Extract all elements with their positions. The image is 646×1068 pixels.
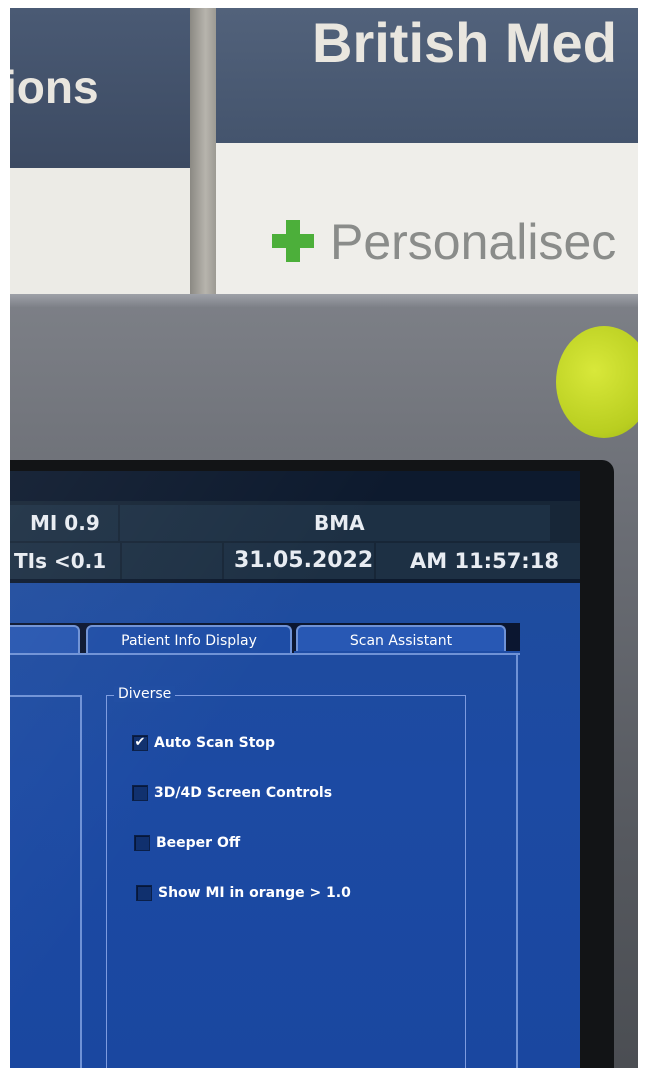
sign-right-text: British Med — [312, 11, 617, 74]
photo: ions British Med Personalisec MI 0.9 BMA… — [10, 8, 638, 1068]
date-display: 31.05.2022 — [224, 543, 374, 579]
tis-readout: TIs <0.1 — [10, 543, 120, 579]
background-pillar — [190, 8, 216, 308]
option-auto-scan-stop[interactable]: ✔ Auto Scan Stop — [132, 733, 275, 753]
option-label: Show MI in orange > 1.0 — [158, 885, 351, 901]
show-mi-in-orange-checkbox[interactable] — [136, 885, 152, 901]
background-sign-left-lower — [10, 168, 190, 308]
option-label: Beeper Off — [156, 835, 241, 851]
sign-tagline: Personalisec — [330, 214, 617, 270]
ultrasound-screen: MI 0.9 BMA TIs <0.1 31.05.2022 AM 11:57:… — [10, 471, 580, 1068]
tab-underline — [10, 653, 520, 655]
status-blank-cell — [122, 543, 222, 579]
tab-previous[interactable] — [10, 625, 80, 653]
auto-scan-stop-checkbox[interactable]: ✔ — [132, 735, 148, 751]
bezel-highlight — [10, 294, 638, 308]
active-tab-gap — [294, 651, 520, 653]
group-title: Diverse — [114, 686, 176, 702]
settings-panel: Patient Info Display Scan Assistant Dive… — [10, 583, 580, 1068]
plus-icon — [272, 220, 314, 262]
3d4d-screen-controls-checkbox[interactable] — [132, 785, 148, 801]
option-show-mi-in-orange[interactable]: Show MI in orange > 1.0 — [136, 883, 351, 903]
mi-readout: MI 0.9 — [10, 505, 118, 541]
background-sign-left: ions — [10, 8, 190, 168]
left-group-box — [10, 695, 82, 1068]
site-name: BMA — [314, 511, 365, 535]
beeper-off-checkbox[interactable] — [134, 835, 150, 851]
option-beeper-off[interactable]: Beeper Off — [134, 833, 240, 853]
option-3d4d-screen-controls[interactable]: 3D/4D Screen Controls — [132, 783, 332, 803]
panel-right-edge — [516, 653, 518, 1068]
tab-scan-assistant[interactable]: Scan Assistant — [296, 625, 506, 653]
time-display: AM 11:57:18 — [376, 543, 580, 579]
sign-left-text: ions — [10, 61, 99, 113]
site-name-cell: BMA — [120, 505, 550, 541]
tab-patient-info-display[interactable]: Patient Info Display — [86, 625, 292, 653]
option-label: Auto Scan Stop — [154, 735, 276, 751]
option-label: 3D/4D Screen Controls — [154, 785, 333, 801]
